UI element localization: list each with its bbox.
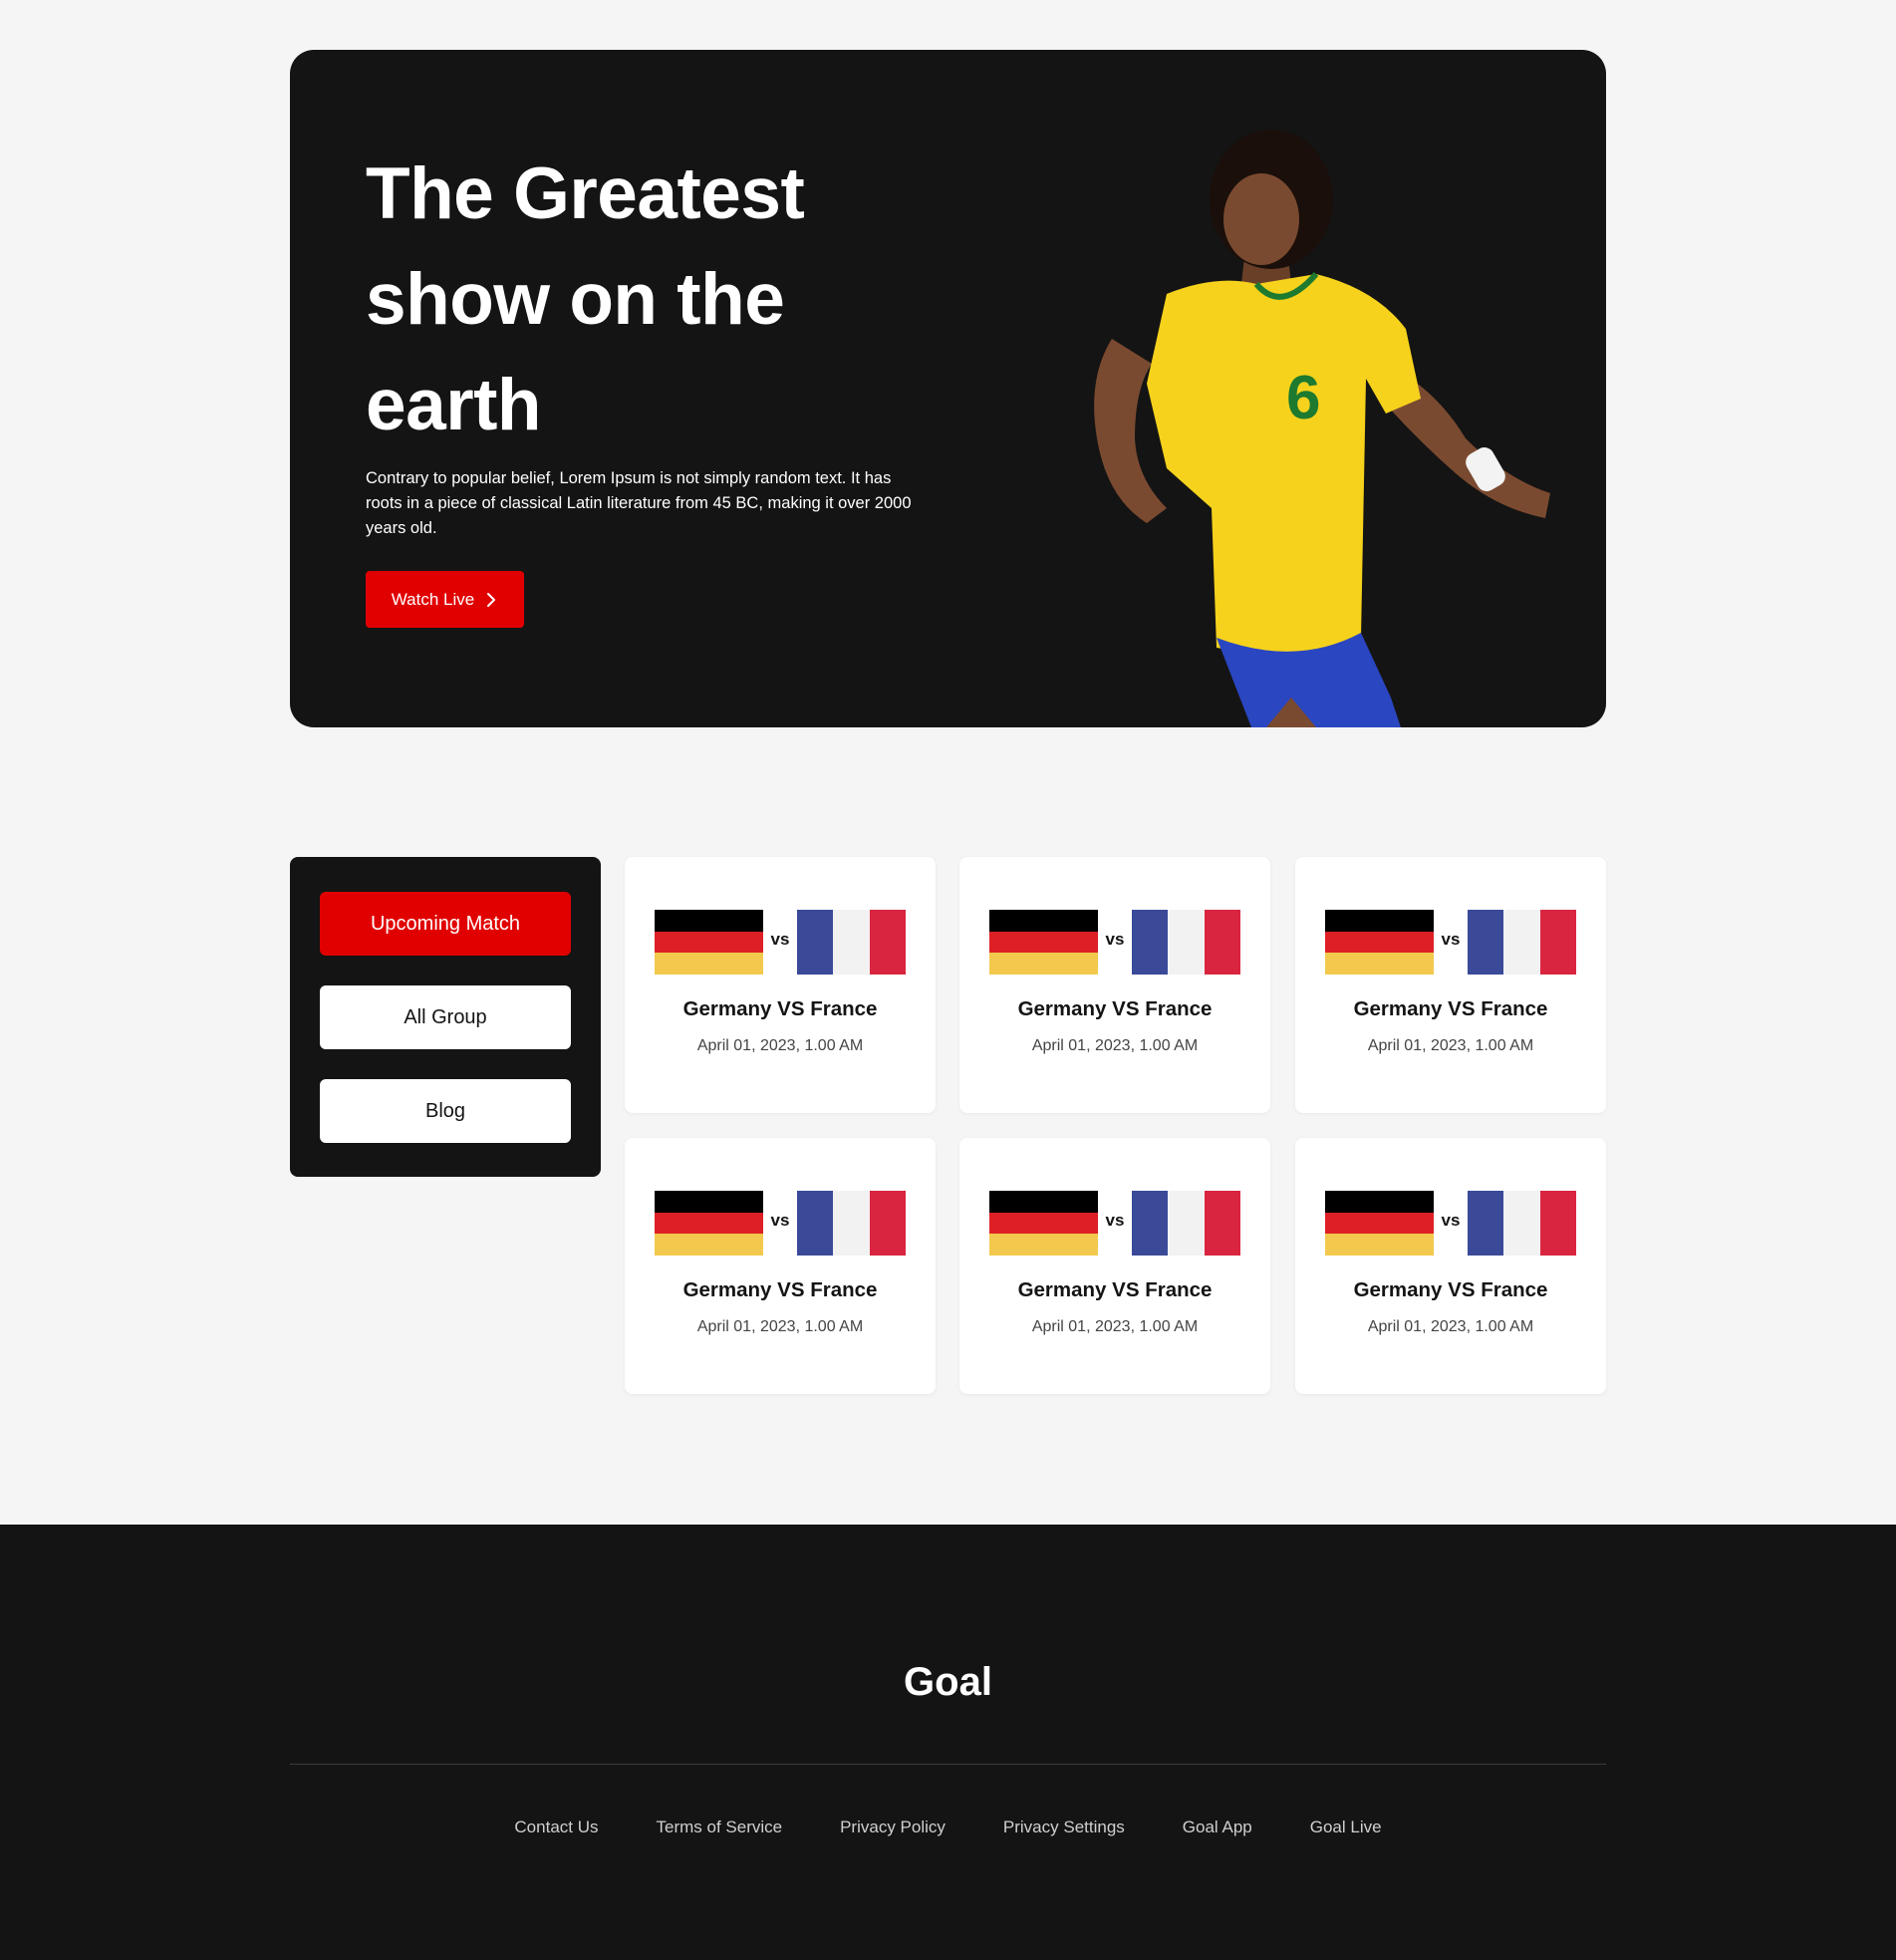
match-card[interactable]: vs Germany VS France April 01, 2023, 1.00 … [1295, 1138, 1606, 1394]
footer-link-terms-of-service[interactable]: Terms of Service [657, 1818, 783, 1837]
france-flag-icon [797, 1191, 906, 1256]
footer-link-privacy-settings[interactable]: Privacy Settings [1003, 1818, 1125, 1837]
watch-live-button[interactable]: Watch Live [366, 571, 524, 628]
match-flags: vs [655, 1191, 906, 1256]
hero-title-line: earth [366, 365, 542, 445]
germany-flag-icon [1325, 910, 1434, 975]
match-flags: vs [1325, 1191, 1576, 1256]
footer-brand-logo: Goal [904, 1660, 992, 1704]
match-date: April 01, 2023, 1.00 AM [1367, 1318, 1534, 1335]
match-card[interactable]: vs Germany VS France April 01, 2023, 1.00 … [625, 857, 936, 1113]
match-date: April 01, 2023, 1.00 AM [1031, 1318, 1199, 1335]
vs-label: vs [1105, 930, 1125, 949]
match-title: Germany VS France [682, 997, 878, 1020]
match-flags: vs [989, 910, 1240, 975]
football-player-image: 6 [1094, 130, 1550, 727]
footer-divider [290, 1764, 1606, 1765]
match-card[interactable]: vs Germany VS France April 01, 2023, 1.00 … [625, 1138, 936, 1394]
vs-label: vs [1441, 1211, 1461, 1230]
footer-link-goal-live[interactable]: Goal Live [1310, 1818, 1382, 1837]
match-title: Germany VS France [1353, 997, 1548, 1020]
germany-flag-icon [655, 910, 763, 975]
vs-label: vs [770, 930, 790, 949]
sidebar-item-upcoming-match[interactable]: Upcoming Match [320, 892, 571, 956]
match-date: April 01, 2023, 1.00 AM [696, 1037, 864, 1054]
germany-flag-icon [989, 1191, 1098, 1256]
match-title: Germany VS France [1017, 1278, 1213, 1301]
match-flags: vs [655, 910, 906, 975]
match-date: April 01, 2023, 1.00 AM [1367, 1037, 1534, 1054]
footer-link-privacy-policy[interactable]: Privacy Policy [840, 1818, 946, 1837]
france-flag-icon [1132, 1191, 1240, 1256]
france-flag-icon [1468, 910, 1576, 975]
match-title: Germany VS France [1353, 1278, 1548, 1301]
sidebar-menu: Upcoming Match All Group Blog [290, 857, 601, 1177]
site-footer: Goal Contact Us Terms of Service Privacy… [0, 1525, 1896, 1960]
match-card[interactable]: vs Germany VS France April 01, 2023, 1.00 … [959, 857, 1270, 1113]
watch-live-label: Watch Live [391, 589, 475, 609]
hero-title: The Greatest show on the earth [366, 141, 924, 458]
sidebar-item-all-group[interactable]: All Group [320, 985, 571, 1049]
vs-label: vs [1441, 930, 1461, 949]
hero-description: Contrary to popular belief, Lorem Ipsum … [366, 469, 912, 537]
hero-title-line: The Greatest [366, 153, 805, 234]
match-title: Germany VS France [682, 1278, 878, 1301]
france-flag-icon [1468, 1191, 1576, 1256]
hero-banner: The Greatest show on the earth Contrary … [290, 50, 1606, 727]
footer-link-goal-app[interactable]: Goal App [1183, 1818, 1252, 1837]
germany-flag-icon [1325, 1191, 1434, 1256]
sidebar-item-blog[interactable]: Blog [320, 1079, 571, 1143]
match-card[interactable]: vs Germany VS France April 01, 2023, 1.00 … [959, 1138, 1270, 1394]
footer-link-contact-us[interactable]: Contact Us [514, 1818, 598, 1837]
match-flags: vs [1325, 910, 1576, 975]
match-title: Germany VS France [1017, 997, 1213, 1020]
france-flag-icon [1132, 910, 1240, 975]
footer-links: Contact Us Terms of Service Privacy Poli… [0, 1818, 1896, 1837]
match-card[interactable]: vs Germany VS France April 01, 2023, 1.00 … [1295, 857, 1606, 1113]
vs-label: vs [770, 1211, 790, 1230]
chevron-right-icon [487, 592, 496, 607]
match-date: April 01, 2023, 1.00 AM [1031, 1037, 1199, 1054]
match-flags: vs [989, 1191, 1240, 1256]
germany-flag-icon [989, 910, 1098, 975]
svg-text:6: 6 [1286, 364, 1320, 432]
france-flag-icon [797, 910, 906, 975]
hero-title-line: show on the [366, 259, 785, 340]
vs-label: vs [1105, 1211, 1125, 1230]
match-date: April 01, 2023, 1.00 AM [696, 1318, 864, 1335]
germany-flag-icon [655, 1191, 763, 1256]
